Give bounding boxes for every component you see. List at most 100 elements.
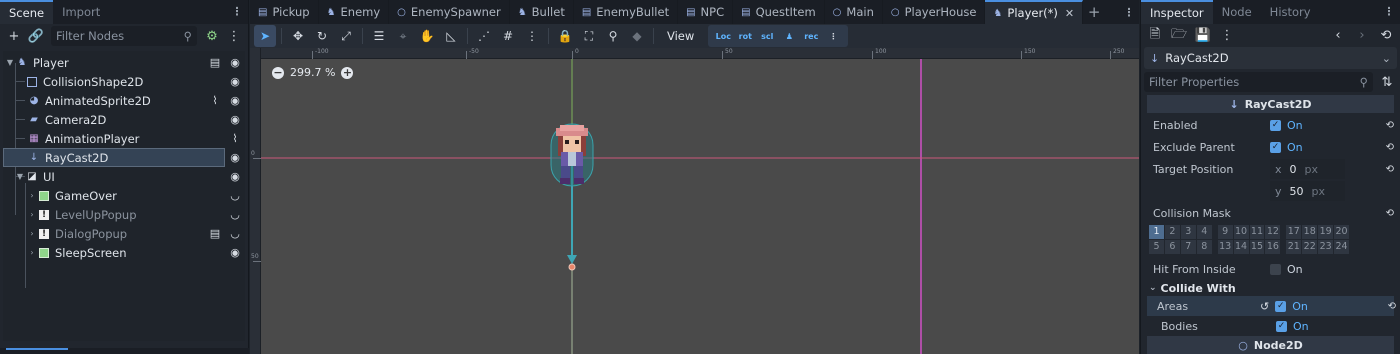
zoom-out-button[interactable]: −	[272, 66, 284, 79]
revert-icon[interactable]: ⟲	[1388, 301, 1396, 312]
tree-row-dialogpopup[interactable]: › ! DialogPopup ▤ ◡	[3, 224, 245, 243]
tree-row-gameover[interactable]: › GameOver ◡	[3, 186, 245, 205]
property-options-icon[interactable]: ⇅	[1377, 72, 1397, 92]
collision-layer-bit[interactable]: 17	[1286, 225, 1302, 239]
tree-row-animatedsprite2d[interactable]: ◕ AnimatedSprite2D ⌇ ◉	[3, 91, 245, 110]
script-icon[interactable]: ▤	[209, 227, 221, 240]
pan-mode-icon[interactable]: ✋	[416, 25, 438, 47]
collision-layer-bit[interactable]: 10	[1233, 225, 1249, 239]
canvas-visibility-icon[interactable]: ◡	[229, 208, 241, 221]
expand-arrow-icon[interactable]: ›	[27, 229, 37, 238]
key-options-icon[interactable]: ⋮	[824, 32, 842, 41]
bone-icon[interactable]: ⚲	[602, 25, 624, 47]
visibility-eye-icon[interactable]: ◉	[229, 113, 241, 126]
smart-snap-icon[interactable]: ⋰	[473, 25, 495, 47]
chevron-down-icon[interactable]: ⌄	[1382, 52, 1391, 65]
tab-history[interactable]: History	[1261, 0, 1320, 24]
insert-key-icon[interactable]: ♟	[780, 32, 798, 41]
dock-menu-icon[interactable]: ⋮	[230, 0, 244, 24]
revert-icon[interactable]: ⟲	[1386, 142, 1394, 153]
visibility-eye-icon[interactable]: ◉	[229, 56, 241, 69]
collision-layer-bit[interactable]: 19	[1318, 225, 1334, 239]
filesystem-dock-tab[interactable]	[0, 348, 249, 354]
object-history-icon[interactable]: ⟲	[1376, 26, 1396, 46]
camera-override-icon[interactable]: ◆	[626, 25, 648, 47]
scene-tab-enemybullet[interactable]: ▤ EnemyBullet	[574, 0, 679, 24]
dock-menu-icon[interactable]: ⋮	[1382, 0, 1396, 24]
move-mode-icon[interactable]: ✥	[287, 25, 309, 47]
rotate-mode-icon[interactable]: ↻	[311, 25, 333, 47]
lock-icon[interactable]: 🔒	[554, 25, 576, 47]
grid-snap-icon[interactable]: #	[497, 25, 519, 47]
attach-script-icon[interactable]: ⚙	[202, 26, 222, 46]
tree-row-camera2d[interactable]: ▰ Camera2D ◉	[3, 110, 245, 129]
collision-layer-bit[interactable]: 24	[1334, 240, 1350, 254]
tree-row-animationplayer[interactable]: ▦ AnimationPlayer ⌇	[3, 129, 245, 148]
canvas-visibility-icon[interactable]: ◡	[229, 227, 241, 240]
scene-tab-enemy[interactable]: ♞ Enemy	[319, 0, 390, 24]
open-folder-icon[interactable]: 🗁	[1169, 26, 1189, 46]
canvas-viewport[interactable]: -100 -50 0 50 100 150 250 0 50 − 299.7 %…	[250, 48, 1139, 354]
tab-inspector[interactable]: Inspector	[1141, 0, 1213, 24]
filter-nodes-input[interactable]: Filter Nodes ⚲	[51, 26, 197, 46]
save-icon[interactable]: 💾	[1193, 26, 1213, 46]
collision-layer-bit[interactable]: 2	[1164, 225, 1180, 239]
collision-layer-bit[interactable]: 5	[1149, 240, 1164, 254]
key-location-toggle[interactable]: Loc	[714, 32, 732, 41]
collision-layer-bit[interactable]: 14	[1233, 240, 1249, 254]
bodies-checkbox[interactable]: ✓	[1276, 320, 1287, 332]
collision-layer-bit[interactable]: 23	[1318, 240, 1334, 254]
collision-layer-bit[interactable]: 7	[1180, 240, 1196, 254]
snap-options-icon[interactable]: ⋮	[521, 25, 543, 47]
collision-layer-bit[interactable]: 6	[1164, 240, 1180, 254]
tree-row-ui[interactable]: ▼ ◪ UI ◉	[3, 167, 245, 186]
tab-import[interactable]: Import	[53, 0, 109, 24]
tab-node[interactable]: Node	[1213, 0, 1261, 24]
collision-layer-bit[interactable]: 22	[1302, 240, 1318, 254]
collapse-arrow-icon[interactable]: ▼	[15, 172, 25, 181]
pivot-mode-icon[interactable]: ⌖	[392, 25, 414, 47]
scene-tab-playerhouse[interactable]: ○ PlayerHouse	[883, 0, 986, 24]
script-icon[interactable]: ▤	[209, 56, 221, 69]
exclude-parent-checkbox[interactable]: ✓	[1270, 141, 1281, 153]
scale-mode-icon[interactable]: ⤢	[335, 25, 357, 47]
section-header-node2d[interactable]: ○ Node2D	[1147, 336, 1394, 354]
history-back-icon[interactable]: ‹	[1328, 26, 1348, 46]
revert-icon[interactable]: ⟲	[1386, 164, 1394, 175]
tree-row-collisionshape2d[interactable]: CollisionShape2D ◉	[3, 72, 245, 91]
section-header-raycast2d[interactable]: ↓ RayCast2D	[1147, 95, 1394, 113]
key-scale-toggle[interactable]: scl	[758, 32, 776, 41]
tree-row-leveluppopup[interactable]: › ! LevelUpPopup ◡	[3, 205, 245, 224]
expand-arrow-icon[interactable]: ›	[27, 210, 37, 219]
visibility-eye-icon[interactable]: ◉	[229, 75, 241, 88]
list-select-icon[interactable]: ☰	[368, 25, 390, 47]
collision-layer-bit[interactable]: 11	[1249, 225, 1265, 239]
scene-tab-main[interactable]: ○ Main	[825, 0, 883, 24]
inspector-path[interactable]: ↓ RayCast2D ⌄	[1144, 47, 1397, 69]
collision-layer-bit[interactable]: 20	[1334, 225, 1350, 239]
tree-row-raycast2d[interactable]: ↓ RayCast2D	[3, 148, 225, 167]
collision-layer-bit[interactable]: 1	[1149, 225, 1164, 239]
revert-icon[interactable]: ⟲	[1386, 120, 1394, 131]
collision-layer-bit[interactable]: 13	[1217, 240, 1233, 254]
collision-layer-bit[interactable]: 16	[1265, 240, 1281, 254]
expand-arrow-icon[interactable]: ›	[27, 248, 37, 257]
subsection-collide-with[interactable]: ⌄ Collide With	[1141, 280, 1400, 296]
history-forward-icon[interactable]: ›	[1352, 26, 1372, 46]
collision-layer-bit[interactable]: 3	[1180, 225, 1196, 239]
scene-tab-enemyspawner[interactable]: ○ EnemySpawner	[389, 0, 510, 24]
collision-layer-bit[interactable]: 18	[1302, 225, 1318, 239]
collision-layer-bit[interactable]: 12	[1265, 225, 1281, 239]
key-record-toggle[interactable]: rec	[802, 32, 820, 41]
key-rotation-toggle[interactable]: rot	[736, 32, 754, 41]
ruler-left[interactable]: 0 50	[250, 48, 261, 354]
tree-row-sleepscreen[interactable]: › SleepScreen ◉	[3, 243, 245, 262]
signal-icon[interactable]: ⌇	[229, 132, 241, 145]
group-icon[interactable]: ⛶	[578, 25, 600, 47]
resource-menu-icon[interactable]: ⋮	[1217, 26, 1237, 46]
target-position-x-field[interactable]: x 0 px	[1270, 159, 1345, 179]
target-position-y-field[interactable]: y 50 px	[1270, 181, 1345, 201]
visibility-eye-icon[interactable]: ◉	[229, 170, 241, 183]
revert-icon[interactable]: ⟲	[1386, 208, 1394, 219]
tree-row-player[interactable]: ▼ ♞ Player ▤ ◉	[3, 53, 245, 72]
